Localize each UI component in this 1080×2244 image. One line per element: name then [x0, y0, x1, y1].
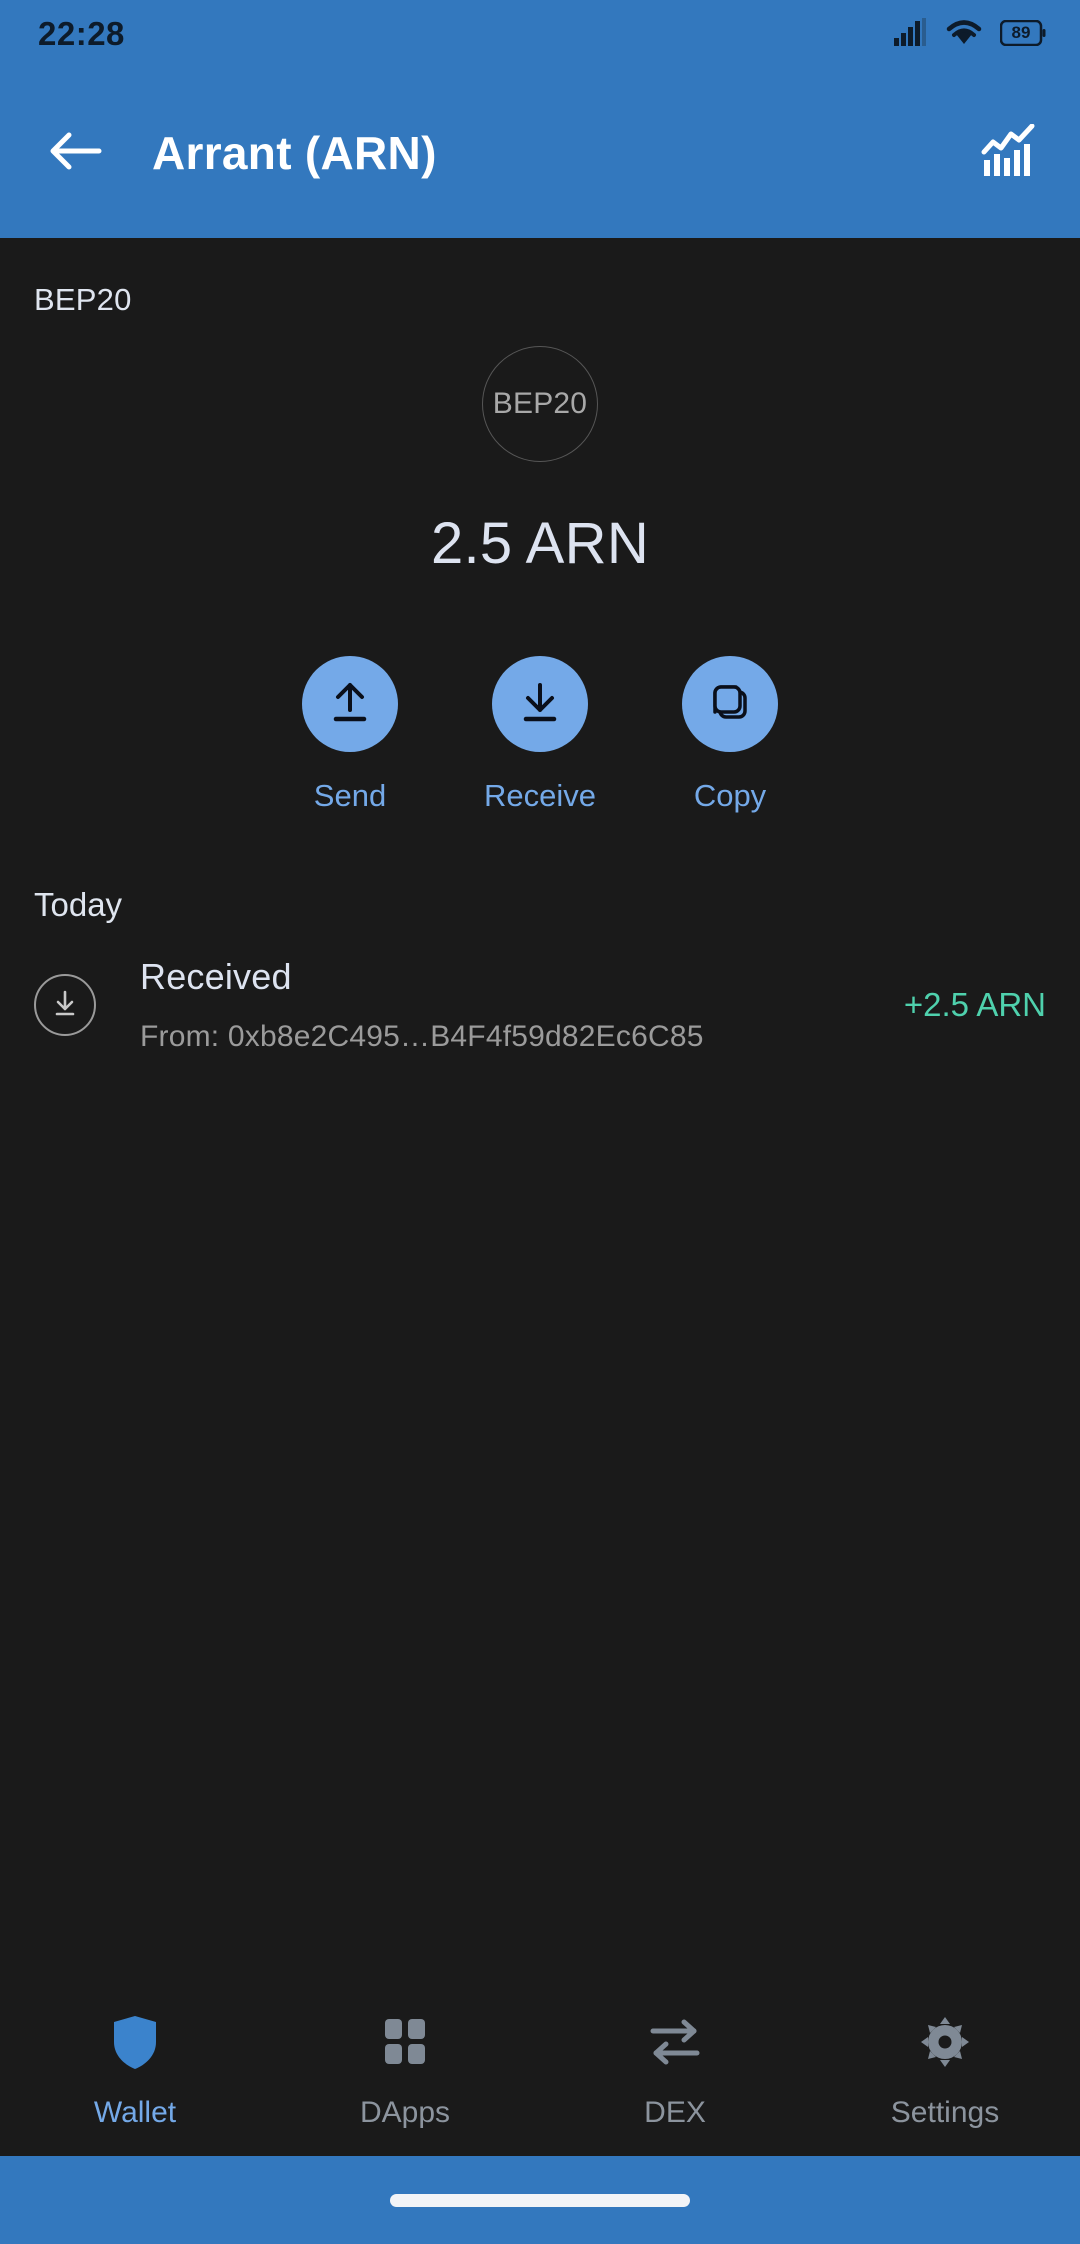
transaction-amount: +2.5 ARN [903, 986, 1046, 1023]
nav-item-dex-label: DEX [644, 2096, 706, 2129]
app-bar: Arrant (ARN) [0, 68, 1080, 238]
nav-item-settings[interactable]: Settings [810, 2013, 1080, 2130]
upload-arrow-icon [325, 677, 375, 732]
app-screen: 22:28 89 Arrant (ARN) BEP20 BEP20 2.5 AR… [0, 0, 1080, 2244]
nav-item-dapps[interactable]: DApps [270, 2013, 540, 2130]
swap-arrows-icon [647, 2013, 703, 2076]
nav-item-dex[interactable]: DEX [540, 2013, 810, 2130]
status-bar: 22:28 89 [0, 0, 1080, 68]
token-balance: 2.5 ARN [430, 511, 650, 576]
status-time: 22:28 [38, 15, 125, 52]
battery-icon: 89 [999, 19, 1046, 51]
send-button-circle [302, 656, 398, 752]
copy-icon [705, 677, 755, 732]
arrow-left-icon [47, 129, 103, 178]
shield-icon [109, 2013, 161, 2076]
token-avatar: BEP20 [482, 346, 598, 462]
receive-button[interactable]: Receive [469, 656, 612, 814]
signal-icon [894, 17, 928, 51]
transaction-title: Received [140, 956, 292, 997]
back-button[interactable] [38, 116, 112, 190]
action-buttons: Send Receive Copy [0, 656, 1080, 814]
transaction-type-icon-wrap [34, 974, 96, 1036]
battery-level-text: 89 [1011, 22, 1031, 42]
status-icons: 89 [894, 17, 1046, 51]
chart-icon [980, 123, 1038, 183]
transaction-row[interactable]: Received From: 0xb8e2C495…B4F4f59d82Ec6C… [0, 924, 1080, 1054]
transaction-details: Received From: 0xb8e2C495…B4F4f59d82Ec6C… [140, 956, 888, 1054]
nav-item-settings-label: Settings [890, 2096, 1000, 2129]
chart-button[interactable] [972, 116, 1046, 190]
main-content: BEP20 BEP20 2.5 ARN Send Receive Copy To… [0, 238, 1080, 1986]
network-label: BEP20 [34, 282, 132, 317]
bottom-navigation: Wallet DApps DEX Settings [0, 1986, 1080, 2156]
copy-button-circle [682, 656, 778, 752]
token-avatar-label: BEP20 [492, 387, 588, 420]
copy-button-label: Copy [693, 778, 767, 813]
gesture-bar-area [0, 2156, 1080, 2244]
nav-item-wallet-label: Wallet [93, 2096, 177, 2129]
gear-icon [917, 2013, 973, 2076]
nav-item-dapps-label: DApps [359, 2096, 451, 2129]
grid-icon [379, 2013, 431, 2076]
receive-button-label: Receive [484, 778, 596, 813]
nav-item-wallet[interactable]: Wallet [0, 2013, 270, 2130]
transactions-section: Today Received From: 0xb8e2C495…B4F4f59d… [0, 886, 1080, 1054]
copy-button[interactable]: Copy [659, 656, 802, 814]
receive-button-circle [492, 656, 588, 752]
send-button-label: Send [313, 778, 387, 813]
page-title: Arrant (ARN) [152, 127, 437, 179]
home-indicator[interactable] [390, 2193, 690, 2207]
send-button[interactable]: Send [279, 656, 422, 814]
transactions-section-header: Today [34, 886, 123, 923]
wifi-icon [946, 18, 982, 51]
download-arrow-icon [515, 677, 565, 732]
transaction-subtitle: From: 0xb8e2C495…B4F4f59d82Ec6C85 [140, 1020, 704, 1053]
download-circle-icon [48, 986, 82, 1025]
